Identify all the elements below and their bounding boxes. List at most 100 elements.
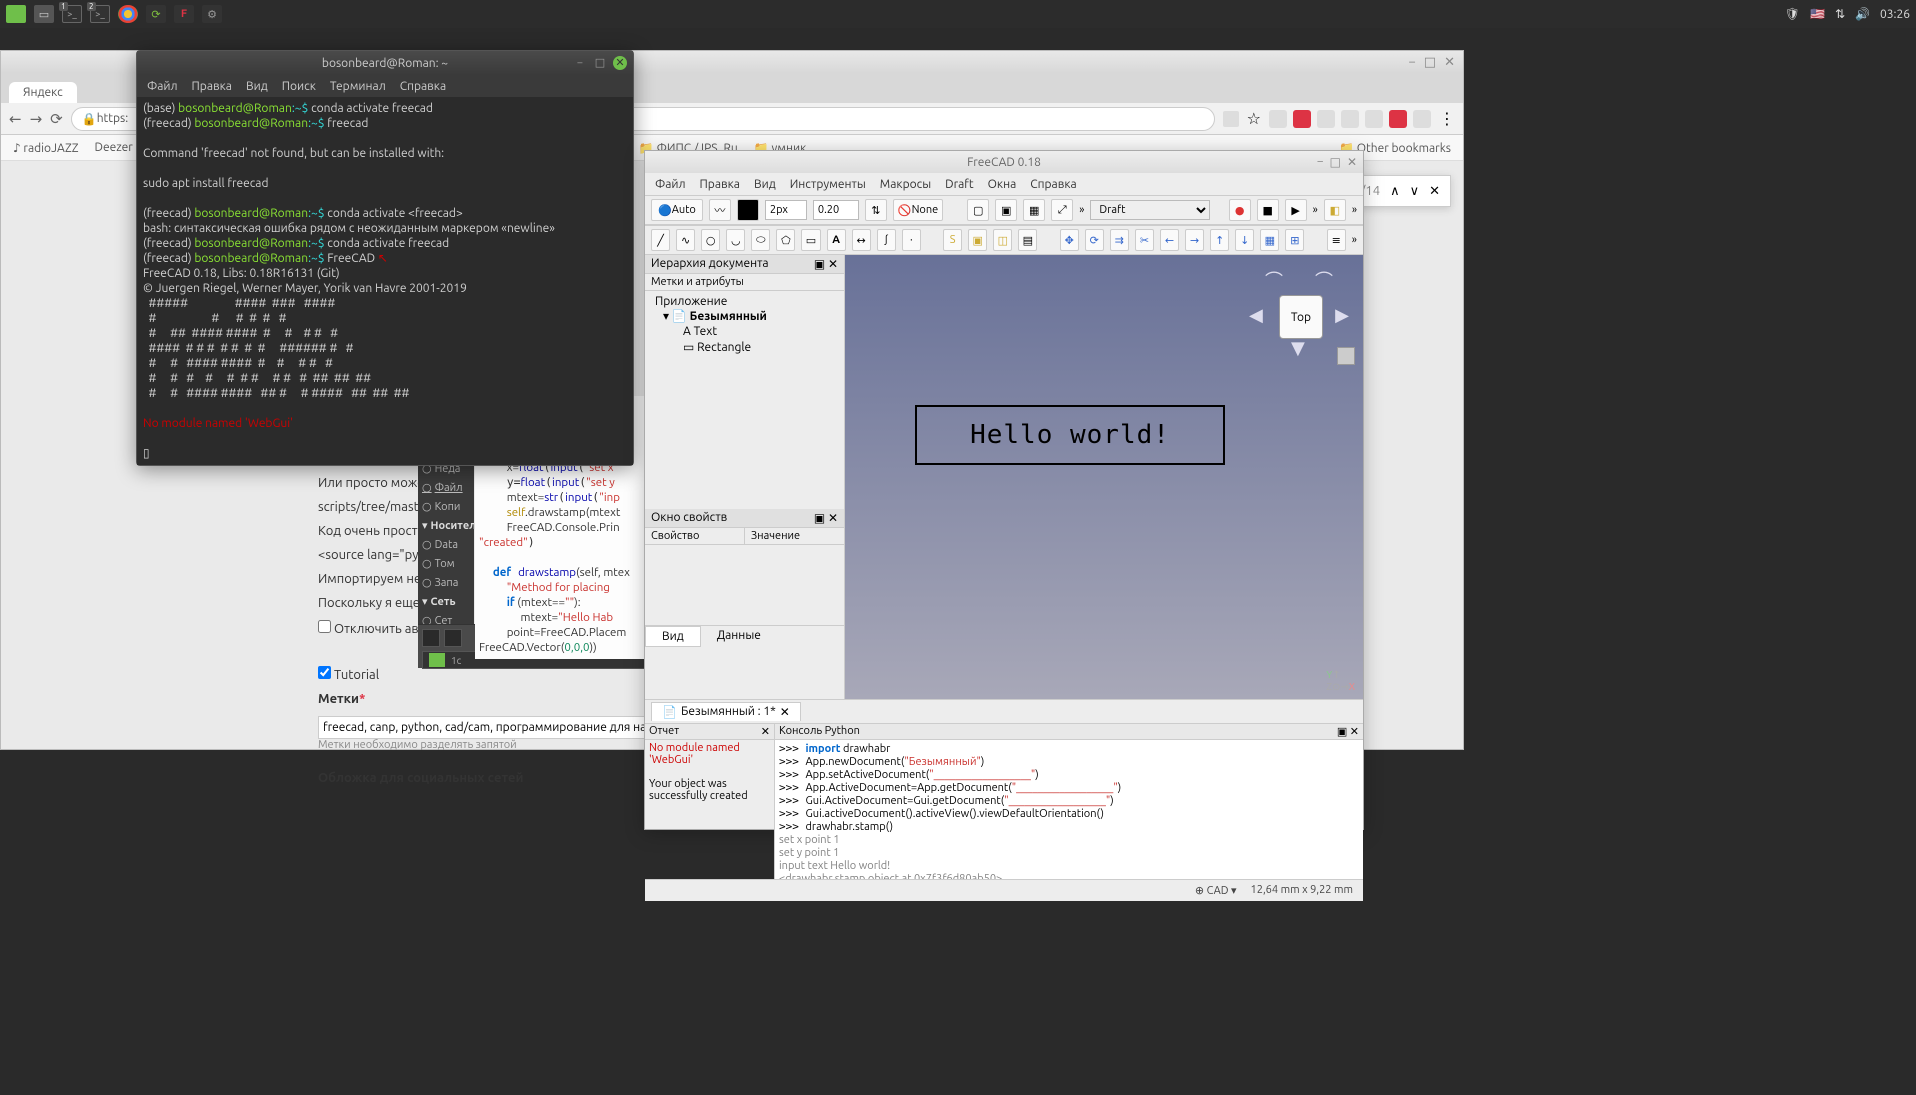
draft-wire-icon[interactable]: ∿	[676, 229, 695, 251]
arrow-up-icon[interactable]: ↑	[1210, 229, 1229, 251]
status-cad[interactable]: ⊕ CAD ▾	[1195, 884, 1237, 897]
draft-tool-icon[interactable]: S	[943, 229, 962, 251]
maximize-icon[interactable]: □	[1330, 155, 1341, 169]
gear-icon[interactable]: ⚙	[202, 5, 222, 23]
ext3-icon[interactable]	[1317, 110, 1335, 128]
arrow-left-icon[interactable]: ←	[1160, 229, 1179, 251]
star-icon[interactable]: ☆	[1247, 109, 1261, 128]
tb-icon[interactable]: ▶	[1285, 199, 1307, 221]
minimize-icon[interactable]: −	[1317, 155, 1324, 169]
fm-side-item[interactable]: ○ Запа	[420, 573, 472, 592]
ext1-icon[interactable]	[1269, 110, 1287, 128]
arrow-down-icon[interactable]: ↓	[1235, 229, 1254, 251]
ext6-icon[interactable]	[1389, 110, 1407, 128]
tb-more-icon[interactable]: »	[1079, 204, 1084, 216]
menu-file[interactable]: Файл	[655, 178, 686, 191]
reload-button[interactable]: ⟳	[50, 110, 63, 128]
nav-cube-mini-icon[interactable]	[1337, 347, 1355, 365]
close-panel-icon[interactable]: ✕	[1350, 726, 1359, 738]
flag-icon[interactable]: 🇺🇸	[1810, 7, 1825, 21]
draft-point-icon[interactable]: ·	[902, 229, 921, 251]
move-icon[interactable]: ✥	[1060, 229, 1079, 251]
menu-view[interactable]: Вид	[754, 178, 776, 191]
draft-rect-icon[interactable]: ▭	[801, 229, 820, 251]
close-icon[interactable]: ✕	[613, 56, 627, 70]
fm-side-item[interactable]: ○ Том	[420, 554, 472, 573]
terminal1-icon[interactable]: 1	[62, 5, 82, 23]
clock[interactable]: 03:26	[1880, 8, 1910, 21]
color-swatch[interactable]	[737, 199, 759, 221]
menu-view[interactable]: Вид	[246, 80, 268, 93]
draft-tool-icon[interactable]: ▤	[1018, 229, 1037, 251]
menu-macros[interactable]: Макросы	[880, 178, 931, 191]
ext7-icon[interactable]	[1413, 110, 1431, 128]
tree-rect[interactable]: ▭ Rectangle	[649, 339, 840, 355]
line-style-icon[interactable]: 〰	[709, 199, 731, 221]
none-btn[interactable]: 🚫None	[893, 199, 943, 221]
arrow-right-icon[interactable]: →	[1185, 229, 1204, 251]
files-icon[interactable]: ▭	[34, 5, 54, 23]
select-plane-icon[interactable]: ▦	[1260, 229, 1279, 251]
tb-more-icon[interactable]: »	[1313, 204, 1318, 216]
trim-icon[interactable]: ✂	[1135, 229, 1154, 251]
tb-more-icon[interactable]: »	[1352, 204, 1357, 216]
menu-draft[interactable]: Draft	[945, 178, 973, 191]
bookmark-radiojazz[interactable]: ♪ radioJAZZ	[13, 141, 79, 155]
tb-icon[interactable]: ▣	[995, 199, 1017, 221]
stop-icon[interactable]: ■	[1257, 199, 1279, 221]
find-prev-icon[interactable]: ∧	[1390, 184, 1400, 199]
tutorial-checkbox[interactable]	[318, 666, 331, 679]
fm-side-item[interactable]: ○ Data	[420, 535, 472, 554]
close-panel-icon[interactable]: ✕	[828, 258, 838, 271]
document-tab[interactable]: 📄 Безымянный : 1* ✕	[651, 702, 801, 721]
ext4-icon[interactable]	[1341, 110, 1359, 128]
box-icon[interactable]: ◧	[1324, 199, 1346, 221]
menu-icon[interactable]: ⋮	[1439, 109, 1455, 128]
fm-view2-icon[interactable]	[444, 629, 462, 647]
browser-tab[interactable]: Яндекс	[9, 82, 77, 103]
props-tab-data[interactable]: Данные	[701, 626, 777, 647]
minimize-icon[interactable]: −	[573, 56, 587, 70]
fm-breadcrumb[interactable]: 1c	[451, 655, 461, 666]
terminal2-icon[interactable]: 2	[90, 5, 110, 23]
tree-doc[interactable]: ▾ 📄 Безымянный	[649, 308, 840, 324]
tb-icon[interactable]: ▦	[1023, 199, 1045, 221]
menu-help[interactable]: Справка	[1030, 178, 1076, 191]
tb-icon[interactable]: ⤢	[1051, 199, 1073, 221]
fm-side-item[interactable]: ○ Копи	[420, 497, 472, 516]
menu-help[interactable]: Справка	[400, 80, 446, 93]
find-next-icon[interactable]: ∨	[1410, 184, 1420, 199]
draft-tool-icon[interactable]: ▣	[968, 229, 987, 251]
draft-line-icon[interactable]: ╱	[651, 229, 670, 251]
props-tab-view[interactable]: Вид	[645, 626, 701, 647]
draft-text-icon[interactable]: A	[827, 229, 846, 251]
updown-icon[interactable]: ⇅	[865, 199, 887, 221]
shield-icon[interactable]: 🛡	[1785, 7, 1800, 21]
tb-icon[interactable]: ▢	[967, 199, 989, 221]
draft-dim-icon[interactable]: ↔	[852, 229, 871, 251]
menu-windows[interactable]: Окна	[988, 178, 1017, 191]
array-icon[interactable]: ⊞	[1285, 229, 1304, 251]
color-auto-btn[interactable]: 🔵 Auto	[651, 199, 703, 221]
offset-icon[interactable]: ⇉	[1110, 229, 1129, 251]
fm-view1-icon[interactable]	[422, 629, 440, 647]
workbench-select[interactable]: Draft	[1090, 200, 1210, 220]
chrome-icon[interactable]	[118, 5, 138, 23]
minimize-icon[interactable]: −	[1408, 55, 1415, 70]
g-translate-icon[interactable]	[1223, 111, 1239, 127]
fm-side-item[interactable]: ○ Файл	[420, 478, 472, 497]
menu-tools[interactable]: Инструменты	[790, 178, 866, 191]
record-icon[interactable]: ●	[1229, 199, 1251, 221]
close-icon[interactable]: ✕	[1347, 155, 1357, 169]
find-close-icon[interactable]: ✕	[1429, 184, 1440, 199]
width-input[interactable]	[765, 200, 807, 220]
nav-cube[interactable]: ⌒ ⌒ ◀ ▶ ▼ Top	[1249, 265, 1349, 365]
menu-search[interactable]: Поиск	[282, 80, 316, 93]
value-input[interactable]	[813, 200, 859, 220]
close-icon[interactable]: ✕	[1444, 55, 1455, 70]
close-tab-icon[interactable]: ✕	[780, 705, 790, 719]
network-icon[interactable]: ⇅	[1835, 7, 1845, 21]
maximize-icon[interactable]: □	[593, 56, 607, 70]
draft-bspline-icon[interactable]: ∫	[877, 229, 896, 251]
volume-icon[interactable]: 🔊	[1855, 7, 1870, 21]
